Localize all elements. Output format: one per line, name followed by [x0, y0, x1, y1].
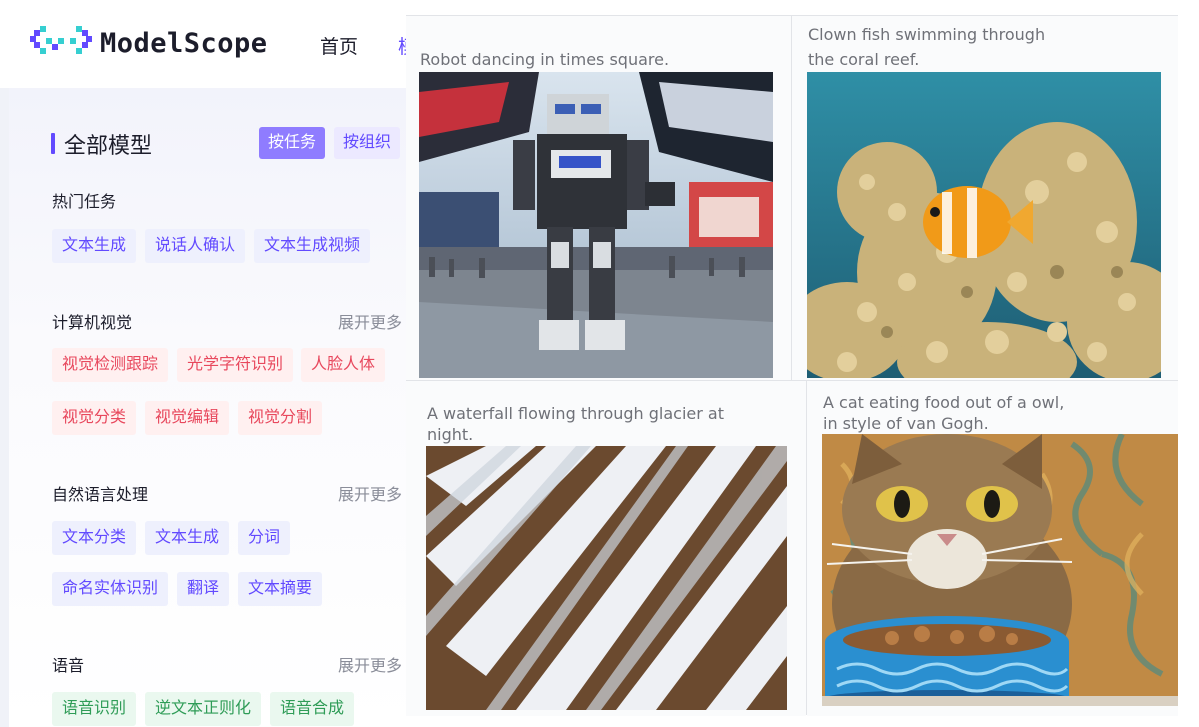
section-title-nlp: 自然语言处理 [52, 487, 149, 504]
tag-hot-2[interactable]: 文本生成视频 [254, 229, 371, 263]
tag-nlp-3[interactable]: 命名实体识别 [52, 572, 169, 606]
caption-cat-line1: A cat eating food out of a owl, [823, 393, 1065, 412]
caption-waterfall-line2: night. [427, 425, 474, 444]
caption-clownfish-line1: Clown fish swimming through [808, 25, 1046, 44]
top-navbar: ModelScope 首页 模 [0, 0, 410, 89]
tag-audio-2[interactable]: 语音合成 [270, 692, 355, 726]
by-org-button[interactable]: 按组织 [334, 127, 401, 159]
tag-audio-1[interactable]: 逆文本正则化 [145, 692, 262, 726]
tag-nlp-1[interactable]: 文本生成 [145, 521, 230, 555]
tag-cv-4[interactable]: 视觉编辑 [145, 401, 230, 435]
expand-more-nlp[interactable]: 展开更多 [338, 481, 402, 505]
caption-clownfish-line2: the coral reef. [808, 50, 920, 69]
tag-nlp-0[interactable]: 文本分类 [52, 521, 137, 555]
brand-name[interactable]: ModelScope [100, 28, 268, 59]
tag-audio-0[interactable]: 语音识别 [52, 692, 137, 726]
modelscope-logo[interactable] [30, 26, 92, 60]
tag-hot-0[interactable]: 文本生成 [52, 229, 137, 263]
caption-waterfall-line1: A waterfall flowing through glacier at [427, 404, 724, 423]
waterfall-glacier-image [426, 446, 787, 710]
tag-hot-1[interactable]: 说话人确认 [145, 229, 246, 263]
tag-nlp-5[interactable]: 文本摘要 [238, 572, 323, 606]
section-title-audio: 语音 [52, 658, 85, 675]
expand-more-cv[interactable]: 展开更多 [338, 309, 402, 333]
nav-home[interactable]: 首页 [320, 32, 358, 59]
tag-cv-0[interactable]: 视觉检测跟踪 [52, 348, 169, 382]
caption-cat-line2: in style of van Gogh. [823, 414, 989, 433]
robot-times-square-image [419, 72, 773, 378]
section-title-cv: 计算机视觉 [52, 315, 133, 332]
by-task-button[interactable]: 按任务 [259, 127, 326, 159]
tag-nlp-2[interactable]: 分词 [238, 521, 291, 555]
cat-van-gogh-image [822, 434, 1178, 706]
tag-cv-5[interactable]: 视觉分割 [238, 401, 323, 435]
section-title-hot: 热门任务 [52, 194, 117, 211]
modelscope-panel: ModelScope 首页 模 全部模型 按任务 按组织 热门任务 文本生成 说… [0, 0, 410, 727]
title-accent-bar [51, 133, 55, 154]
clownfish-coral-image [807, 72, 1161, 378]
page-title: 全部模型 [64, 133, 153, 158]
tag-cv-2[interactable]: 人脸人体 [301, 348, 386, 382]
tag-cv-3[interactable]: 视觉分类 [52, 401, 137, 435]
expand-more-audio[interactable]: 展开更多 [338, 652, 402, 676]
caption-robot: Robot dancing in times square. [420, 50, 670, 69]
left-strip [0, 88, 9, 727]
tag-nlp-4[interactable]: 翻译 [177, 572, 230, 606]
tag-cv-1[interactable]: 光学字符识别 [177, 348, 294, 382]
